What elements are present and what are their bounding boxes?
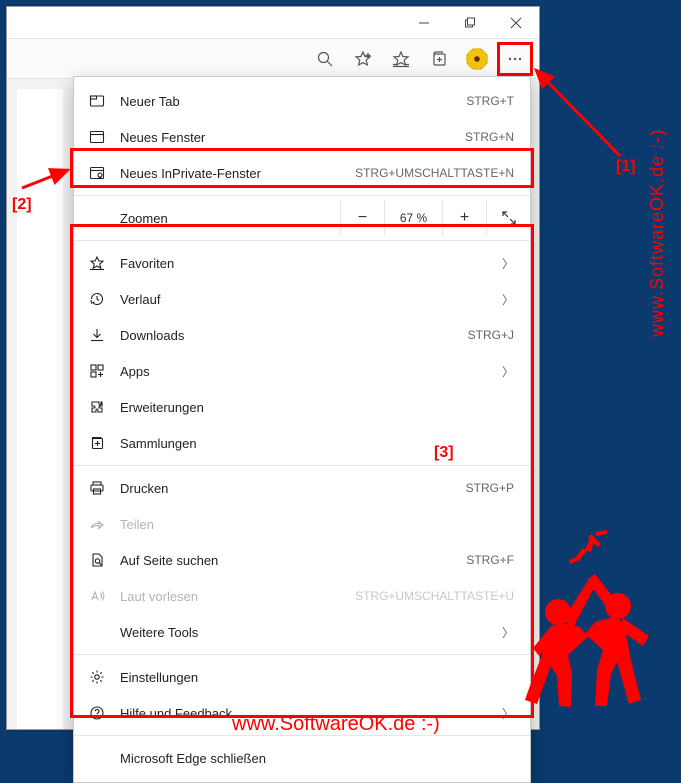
extensions-icon xyxy=(88,398,106,416)
menu-shortcut: STRG+J xyxy=(468,328,514,342)
menu-new-tab[interactable]: Neuer Tab STRG+T xyxy=(74,83,530,119)
menu-collections[interactable]: Sammlungen xyxy=(74,425,530,461)
sunflower-icon xyxy=(466,48,488,70)
menu-label: Neues InPrivate-Fenster xyxy=(120,166,341,181)
add-favorite-icon[interactable] xyxy=(345,42,381,76)
apps-icon xyxy=(88,362,106,380)
arrow-1 xyxy=(528,62,638,172)
window-close-button[interactable] xyxy=(493,7,539,38)
inprivate-icon xyxy=(88,164,106,182)
menu-favorites[interactable]: Favoriten 〉 xyxy=(74,245,530,281)
favorites-star-icon xyxy=(88,254,106,272)
menu-zoom-row: Zoomen − 67 % + xyxy=(74,200,530,236)
menu-downloads[interactable]: Downloads STRG+J xyxy=(74,317,530,353)
new-window-icon xyxy=(88,128,106,146)
share-icon xyxy=(88,515,106,533)
profile-avatar-icon[interactable] xyxy=(459,42,495,76)
menu-label: Einstellungen xyxy=(120,670,514,685)
collections-icon[interactable] xyxy=(421,42,457,76)
menu-print[interactable]: Drucken STRG+P xyxy=(74,470,530,506)
window-titlebar xyxy=(7,7,539,39)
menu-label: Downloads xyxy=(120,328,454,343)
menu-close-edge[interactable]: Microsoft Edge schließen xyxy=(74,740,530,776)
annotation-3: [3] xyxy=(434,444,454,462)
menu-inprivate-window[interactable]: Neues InPrivate-Fenster STRG+UMSCHALTTAS… xyxy=(74,155,530,191)
blank-icon xyxy=(88,749,106,767)
menu-shortcut: STRG+UMSCHALTTASTE+N xyxy=(355,166,514,180)
menu-label: Erweiterungen xyxy=(120,400,514,415)
read-aloud-icon xyxy=(88,587,106,605)
chevron-right-icon: 〉 xyxy=(500,291,514,308)
window-minimize-button[interactable] xyxy=(401,7,447,38)
menu-shortcut: STRG+P xyxy=(466,481,514,495)
menu-apps[interactable]: Apps 〉 xyxy=(74,353,530,389)
chevron-right-icon: 〉 xyxy=(500,624,514,641)
menu-find-on-page[interactable]: Auf Seite suchen STRG+F xyxy=(74,542,530,578)
menu-separator xyxy=(74,654,530,655)
zoom-label: Zoomen xyxy=(120,211,340,226)
menu-separator xyxy=(74,240,530,241)
zoom-decrease-button[interactable]: − xyxy=(340,200,384,236)
menu-label: Favoriten xyxy=(120,256,486,271)
settings-menu: Neuer Tab STRG+T Neues Fenster STRG+N Ne… xyxy=(73,76,531,783)
favorites-icon[interactable] xyxy=(383,42,419,76)
menu-more-tools[interactable]: Weitere Tools 〉 xyxy=(74,614,530,650)
browser-toolbar xyxy=(7,39,539,79)
zoom-value: 67 % xyxy=(384,200,442,236)
watermark-bottom: www.SoftwareOK.de :-) xyxy=(232,713,440,736)
window-maximize-button[interactable] xyxy=(447,7,493,38)
download-icon xyxy=(88,326,106,344)
menu-new-window[interactable]: Neues Fenster STRG+N xyxy=(74,119,530,155)
menu-label: Neues Fenster xyxy=(120,130,451,145)
menu-separator xyxy=(74,195,530,196)
menu-settings[interactable]: Einstellungen xyxy=(74,659,530,695)
menu-label: Neuer Tab xyxy=(120,94,452,109)
blank-icon xyxy=(88,623,106,641)
new-tab-icon xyxy=(88,92,106,110)
chevron-right-icon: 〉 xyxy=(500,363,514,380)
chevron-right-icon: 〉 xyxy=(500,255,514,272)
chevron-right-icon: 〉 xyxy=(500,705,514,722)
annotation-2: [2] xyxy=(12,196,32,214)
menu-extensions[interactable]: Erweiterungen xyxy=(74,389,530,425)
menu-shortcut: STRG+UMSCHALTTASTE+U xyxy=(355,589,514,603)
menu-label: Auf Seite suchen xyxy=(120,553,452,568)
menu-label: Laut vorlesen xyxy=(120,589,341,604)
help-icon xyxy=(88,704,106,722)
menu-label: Sammlungen xyxy=(120,436,514,451)
gear-icon xyxy=(88,668,106,686)
menu-share: Teilen xyxy=(74,506,530,542)
annotation-1: [1] xyxy=(616,158,636,176)
menu-shortcut: STRG+T xyxy=(466,94,514,108)
sidebar-panel xyxy=(17,89,63,729)
menu-label: Weitere Tools xyxy=(120,625,486,640)
fullscreen-button[interactable] xyxy=(486,200,530,236)
zoom-increase-button[interactable]: + xyxy=(442,200,486,236)
menu-shortcut: STRG+F xyxy=(466,553,514,567)
watermark-vertical: www.SoftwareOK.de :-) xyxy=(647,18,677,448)
menu-read-aloud: Laut vorlesen STRG+UMSCHALTTASTE+U xyxy=(74,578,530,614)
collections-plus-icon xyxy=(88,434,106,452)
menu-separator xyxy=(74,465,530,466)
menu-label: Verlauf xyxy=(120,292,486,307)
menu-label: Microsoft Edge schließen xyxy=(120,751,514,766)
print-icon xyxy=(88,479,106,497)
find-icon xyxy=(88,551,106,569)
menu-label: Apps xyxy=(120,364,486,379)
menu-label: Teilen xyxy=(120,517,514,532)
menu-shortcut: STRG+N xyxy=(465,130,514,144)
history-icon xyxy=(88,290,106,308)
settings-more-button[interactable] xyxy=(497,42,533,76)
menu-history[interactable]: Verlauf 〉 xyxy=(74,281,530,317)
menu-label: Drucken xyxy=(120,481,452,496)
zoom-icon[interactable] xyxy=(307,42,343,76)
